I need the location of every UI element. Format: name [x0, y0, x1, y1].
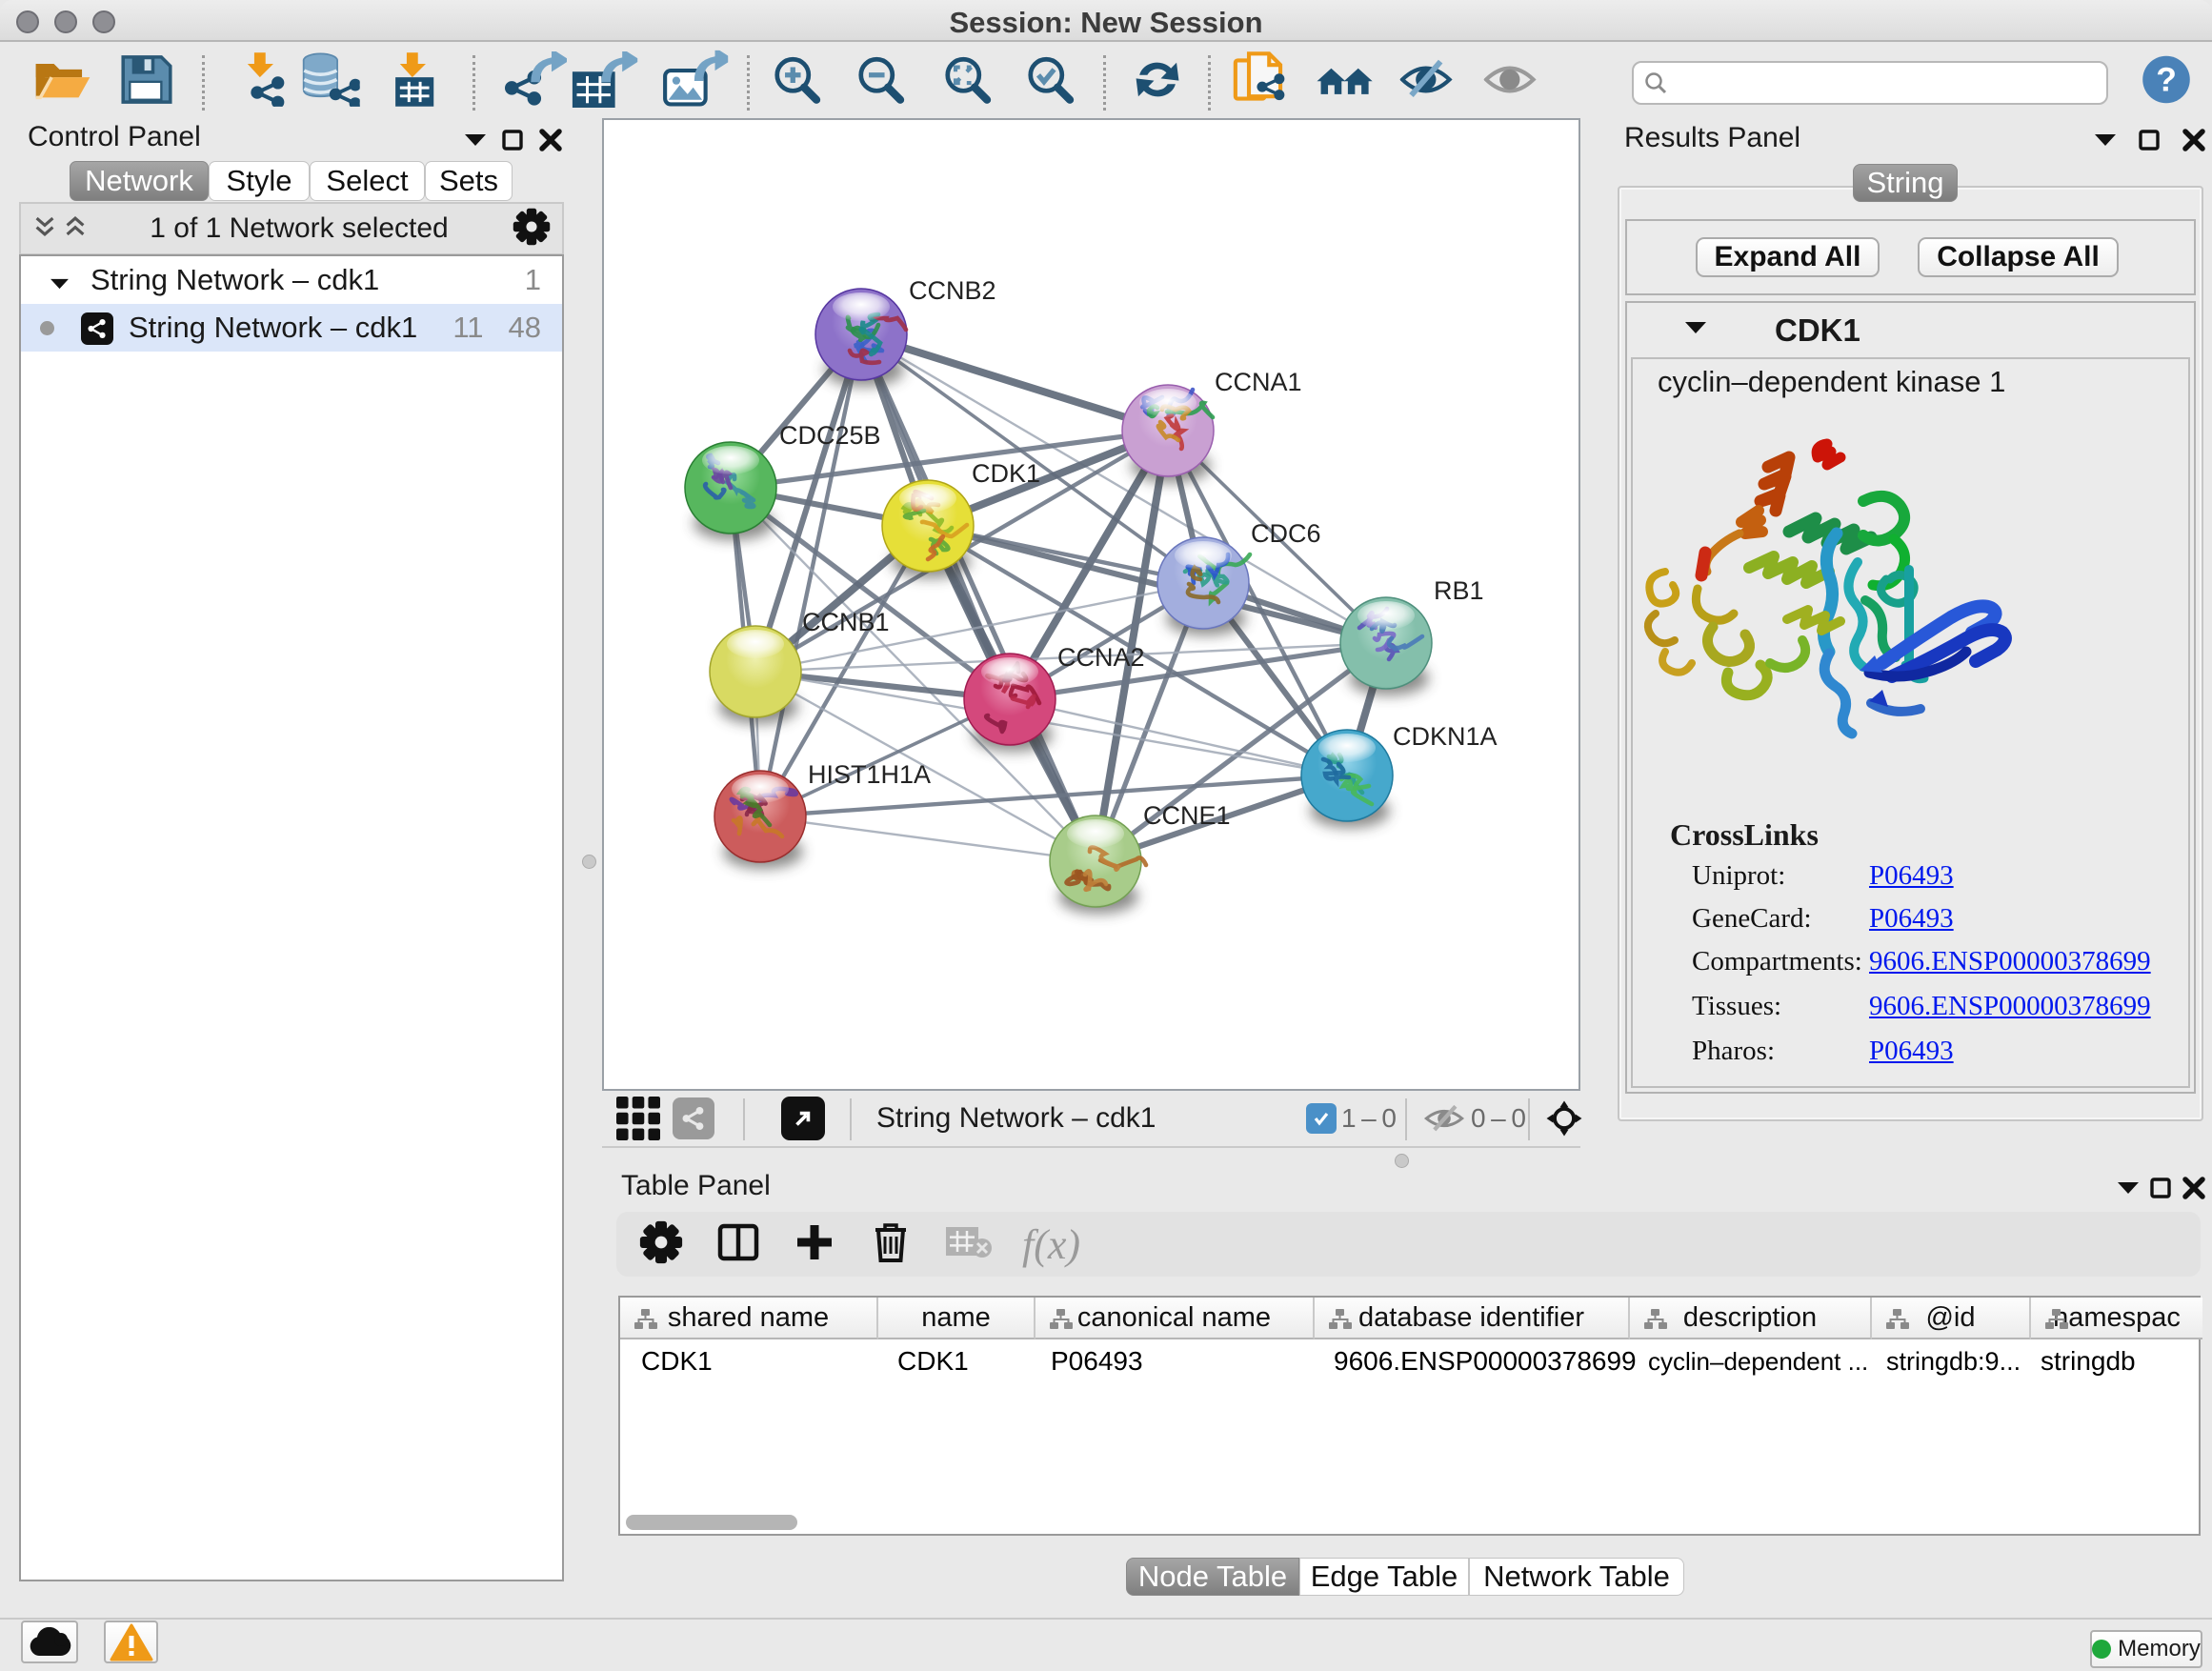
svg-text:CCNA1: CCNA1 — [1215, 368, 1302, 396]
svg-text:CDKN1A: CDKN1A — [1393, 722, 1498, 751]
svg-text:CCNB2: CCNB2 — [909, 276, 996, 305]
svg-text:?: ? — [2156, 61, 2177, 98]
svg-text:CCNB1: CCNB1 — [802, 608, 890, 636]
svg-text:HIST1H1A: HIST1H1A — [808, 760, 931, 789]
svg-text:CDC6: CDC6 — [1251, 519, 1321, 548]
svg-text:CDC25B: CDC25B — [779, 421, 881, 450]
svg-text:RB1: RB1 — [1434, 576, 1484, 605]
svg-text:CDK1: CDK1 — [972, 459, 1040, 488]
svg-text:CCNA2: CCNA2 — [1057, 643, 1145, 672]
svg-text:CCNE1: CCNE1 — [1143, 801, 1231, 830]
